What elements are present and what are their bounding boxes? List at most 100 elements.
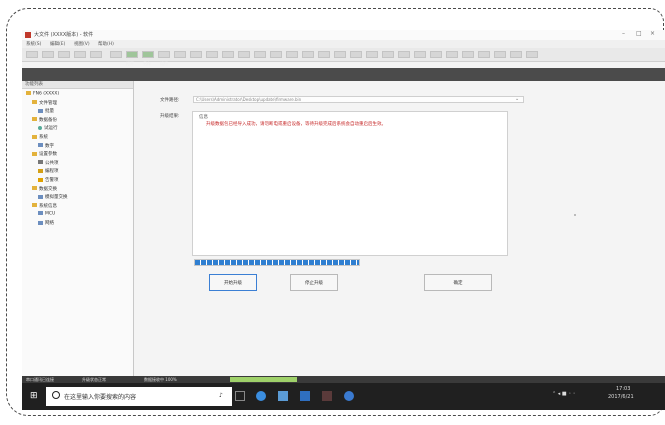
tray-time: 17:03 bbox=[616, 386, 631, 392]
store-icon[interactable] bbox=[300, 391, 310, 401]
toolbar-button[interactable] bbox=[382, 51, 394, 58]
file-icon bbox=[38, 108, 43, 113]
tree-item-label: 网络 bbox=[45, 221, 54, 226]
toolbar-button[interactable] bbox=[270, 51, 282, 58]
tree-item-label: 数据交换 bbox=[39, 186, 57, 192]
toolbar-button[interactable] bbox=[366, 51, 378, 58]
tree-item-label: 数据备份 bbox=[39, 117, 57, 123]
cursor-mark bbox=[574, 214, 576, 216]
result-textarea[interactable]: 信息 升级数据包已经导入成功，请勿断电或重启设备，等待升级完成后系统会自动重启后… bbox=[192, 111, 508, 256]
toolbar-button[interactable] bbox=[302, 51, 314, 58]
toolbar-button[interactable] bbox=[462, 51, 474, 58]
tree-item-label: 数字 bbox=[45, 143, 54, 149]
open-icon[interactable] bbox=[126, 51, 138, 58]
pencil-icon bbox=[38, 168, 43, 173]
tree-item[interactable]: FN6 (XXXX) bbox=[26, 91, 59, 97]
toolbar-button[interactable] bbox=[254, 51, 266, 58]
toolbar-button[interactable] bbox=[446, 51, 458, 58]
search-placeholder: 在这里输入你要搜索的内容 bbox=[64, 394, 137, 401]
file-icon bbox=[38, 143, 43, 148]
toolbar-button[interactable] bbox=[238, 51, 250, 58]
app-taskbar-icon[interactable] bbox=[322, 391, 332, 401]
tray-icons[interactable]: ⌃ ◂ ■ ◦ ◦ bbox=[552, 391, 576, 397]
circle-icon bbox=[38, 125, 42, 130]
toolbar-button[interactable] bbox=[26, 51, 38, 58]
maximize-button[interactable]: □ bbox=[636, 30, 642, 37]
toolbar-button[interactable] bbox=[526, 51, 538, 58]
toolbar-button[interactable] bbox=[510, 51, 522, 58]
tree-item[interactable]: 编程项 bbox=[38, 168, 59, 174]
result-label: 升级结果: bbox=[160, 114, 180, 119]
tree-item-label: 批量 bbox=[45, 109, 54, 115]
toolbar-shadow bbox=[22, 68, 665, 81]
tree-item[interactable]: 模拟量交换 bbox=[38, 194, 68, 200]
tree-item[interactable]: 试运行 bbox=[38, 125, 58, 131]
microphone-icon[interactable]: ♪ bbox=[219, 392, 223, 399]
tree-item[interactable]: 文件管理 bbox=[32, 100, 57, 106]
tree-item-label: 系统 bbox=[39, 135, 48, 140]
toolbar-button[interactable] bbox=[350, 51, 362, 58]
toolbar-button[interactable] bbox=[222, 51, 234, 58]
toolbar-button[interactable] bbox=[110, 51, 122, 58]
tree-item[interactable]: 系统 bbox=[32, 134, 48, 140]
menu-help[interactable]: 帮助(H) bbox=[98, 41, 114, 47]
toolbar-button[interactable] bbox=[478, 51, 490, 58]
tree-item[interactable]: 设置参数 bbox=[32, 151, 57, 157]
toolbar-button[interactable] bbox=[318, 51, 330, 58]
toolbar-button[interactable] bbox=[286, 51, 298, 58]
toolbar-button[interactable] bbox=[414, 51, 426, 58]
save-icon[interactable] bbox=[142, 51, 154, 58]
toolbar bbox=[22, 48, 665, 62]
tree-item[interactable]: 系统信息 bbox=[32, 203, 57, 209]
edge-icon[interactable] bbox=[256, 391, 266, 401]
toolbar-button[interactable] bbox=[74, 51, 86, 58]
close-button[interactable]: × bbox=[650, 30, 655, 37]
toolbar-button[interactable] bbox=[174, 51, 186, 58]
toolbar-button[interactable] bbox=[158, 51, 170, 58]
start-upgrade-button[interactable]: 开始升级 bbox=[209, 274, 257, 291]
toolbar-button[interactable] bbox=[206, 51, 218, 58]
minimize-button[interactable]: – bbox=[622, 30, 625, 37]
chevron-down-icon[interactable]: ⌄ bbox=[515, 96, 519, 102]
file-path-field[interactable]: C:\Users\Administrator\Desktop\update\fi… bbox=[193, 96, 524, 103]
toolbar-button[interactable] bbox=[398, 51, 410, 58]
tree-item[interactable]: 数字 bbox=[38, 143, 54, 149]
tree-item[interactable]: 网络 bbox=[38, 220, 54, 226]
toolbar-button[interactable] bbox=[334, 51, 346, 58]
menu-system[interactable]: 系统(S) bbox=[26, 41, 41, 47]
file-icon bbox=[38, 211, 43, 216]
menu-edit[interactable]: 编辑(E) bbox=[50, 41, 65, 47]
taskbar-search-box[interactable]: 在这里输入你要搜索的内容 ♪ bbox=[46, 387, 232, 406]
toolbar-button[interactable] bbox=[90, 51, 102, 58]
menu-view[interactable]: 视图(V) bbox=[74, 41, 90, 47]
search-icon bbox=[52, 391, 60, 399]
windows-start-icon[interactable]: ⊞ bbox=[30, 391, 40, 401]
toolbar-button[interactable] bbox=[430, 51, 442, 58]
browser-icon[interactable] bbox=[344, 391, 354, 401]
folder-icon bbox=[26, 91, 31, 95]
toolbar-button[interactable] bbox=[190, 51, 202, 58]
tree-item[interactable]: 数据交换 bbox=[32, 186, 57, 192]
tree-item[interactable]: 批量 bbox=[38, 108, 54, 114]
file-icon bbox=[38, 220, 43, 225]
confirm-button[interactable]: 确定 bbox=[424, 274, 492, 291]
folder-icon bbox=[32, 134, 37, 139]
tree-item[interactable]: 数据备份 bbox=[32, 117, 57, 123]
toolbar-button[interactable] bbox=[58, 51, 70, 58]
folder-icon bbox=[32, 100, 37, 105]
title-bar: 大文件 (XXXX版本) - 软件 – □ × bbox=[22, 30, 665, 40]
folder-icon bbox=[32, 117, 37, 122]
file-path-label: 文件路径: bbox=[160, 98, 180, 103]
tree-item[interactable]: 公共项 bbox=[38, 160, 59, 166]
file-explorer-icon[interactable] bbox=[278, 391, 288, 401]
warning-icon bbox=[38, 177, 43, 182]
status-bar: 串口通讯已连接 升级状态正常 数据接收中 100% bbox=[22, 376, 665, 383]
tree-item[interactable]: MCU bbox=[38, 211, 55, 217]
tree-item-label: 试运行 bbox=[44, 126, 58, 132]
stop-upgrade-button[interactable]: 停止升级 bbox=[290, 274, 338, 291]
toolbar-button[interactable] bbox=[42, 51, 54, 58]
toolbar-button[interactable] bbox=[494, 51, 506, 58]
tree-item[interactable]: 告警项 bbox=[38, 177, 59, 183]
folder-icon bbox=[32, 151, 37, 156]
task-view-icon[interactable] bbox=[235, 391, 245, 401]
